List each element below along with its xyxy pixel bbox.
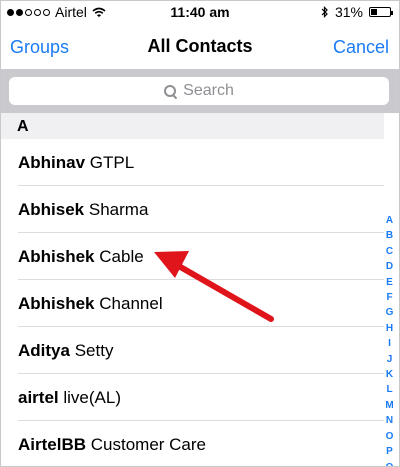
search-input[interactable]: Search [9,77,389,105]
index-letter[interactable]: N [386,413,393,428]
search-bar: Search [1,69,399,113]
battery-percent: 31% [334,4,363,20]
contact-name: Abhisek Sharma [18,200,148,220]
contact-last-name: Setty [74,341,114,360]
contact-last-name: Channel [99,294,163,313]
status-bar: Airtel 11:40 am 31% [1,1,399,23]
contact-last-name: Sharma [88,200,149,219]
contact-row[interactable]: Abhisek Sharma [1,186,384,233]
index-letter[interactable]: K [386,367,393,382]
contact-first-name: Abhisek [18,200,85,219]
index-letter[interactable]: C [386,244,393,259]
index-letter[interactable]: P [386,444,393,459]
contact-name: Abhishek Cable [18,247,144,267]
index-letter[interactable]: O [386,429,394,444]
section-letter: A [17,118,29,135]
index-letter[interactable]: G [386,305,394,320]
search-placeholder: Search [183,82,234,99]
contact-row[interactable]: Abhishek Channel [1,280,384,327]
battery-icon [369,7,393,17]
index-letter[interactable]: D [386,259,393,274]
contact-row[interactable]: AirtelBB Customer Care [1,421,384,466]
contact-name: AirtelBB Customer Care [18,435,206,455]
section-header: A [1,113,384,139]
contact-row[interactable]: airtel live(AL) [1,374,384,421]
contact-name: airtel live(AL) [18,388,121,408]
status-right: 31% [321,4,393,20]
contact-first-name: Abhishek [18,247,95,266]
bluetooth-icon [321,6,328,18]
contact-name: Aditya Setty [18,341,113,361]
index-letter[interactable]: Q [386,460,394,467]
index-letter[interactable]: L [386,382,392,397]
contact-first-name: AirtelBB [18,435,87,454]
index-letter[interactable]: E [386,275,393,290]
alphabet-index: ABCDEFGHIJKLMNOPQ [383,213,396,467]
index-letter[interactable]: J [387,352,393,367]
contact-first-name: Abhinav [18,153,86,172]
contact-last-name: Cable [99,247,144,266]
contact-row[interactable]: Abhishek Cable [1,233,384,280]
contact-name: Abhishek Channel [18,294,163,314]
index-letter[interactable]: H [386,321,393,336]
contacts-screen: Airtel 11:40 am 31% Groups All Contacts … [0,0,400,467]
contact-last-name: GTPL [89,153,135,172]
contact-row[interactable]: Abhinav GTPL [1,139,384,186]
contact-first-name: Aditya [18,341,70,360]
index-letter[interactable]: B [386,228,393,243]
contact-first-name: Abhishek [18,294,95,313]
index-letter[interactable]: A [386,213,393,228]
contact-last-name: Customer Care [90,435,207,454]
index-letter[interactable]: F [386,290,392,305]
contact-last-name: live(AL) [63,388,121,407]
contact-first-name: airtel [18,388,59,407]
navigation-bar: Groups All Contacts Cancel [1,23,399,69]
index-letter[interactable]: I [388,336,391,351]
search-icon [164,84,178,99]
contact-list: Abhinav GTPL Abhisek Sharma Abhishek Cable… [1,139,384,466]
index-letter[interactable]: M [385,398,393,413]
contact-name: Abhinav GTPL [18,153,134,173]
cancel-button[interactable]: Cancel [333,37,389,58]
contact-row[interactable]: Aditya Setty [1,327,384,374]
